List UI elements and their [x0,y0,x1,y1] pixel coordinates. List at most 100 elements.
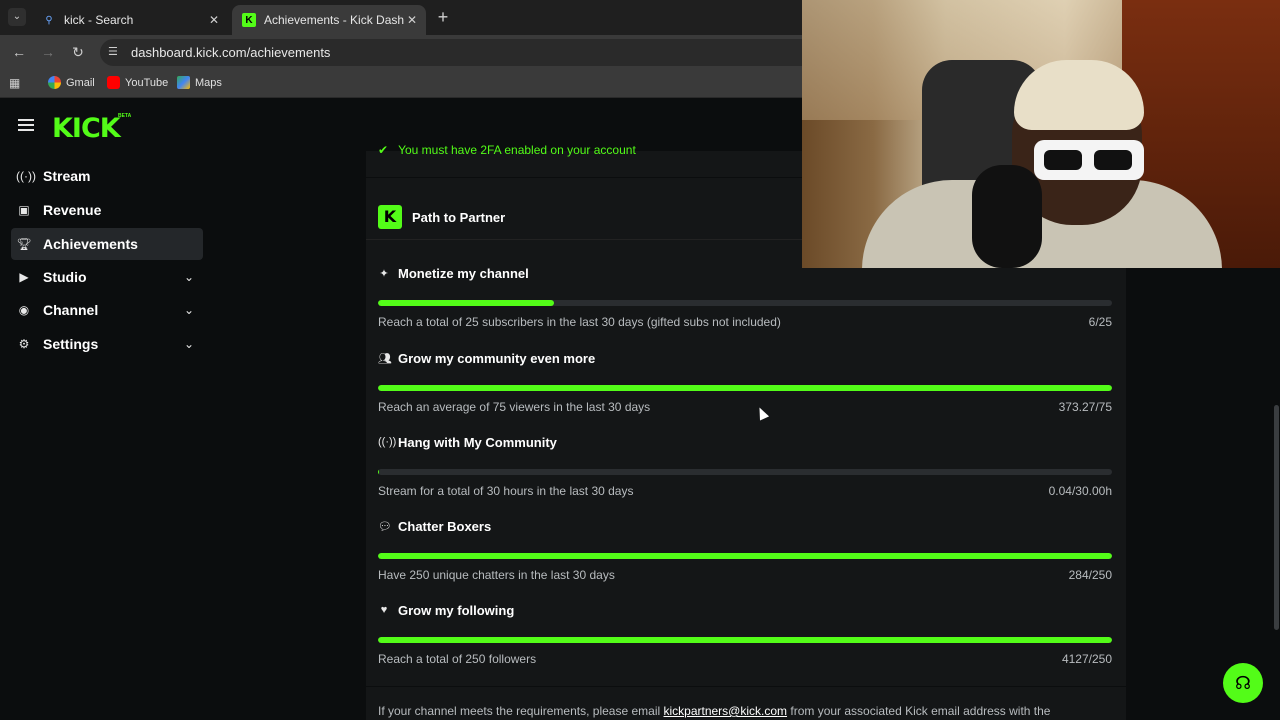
google-icon [48,76,61,89]
webcam-overlay [802,0,1280,268]
achievement-value: 0.04/30.00h [1048,484,1112,498]
progress-bar [378,385,1112,391]
new-tab-icon[interactable]: + [434,8,452,26]
achievement-description: Reach a total of 25 subscribers in the l… [378,315,781,329]
requirement-text: You must have 2FA enabled on your accoun… [398,143,636,157]
progress-bar [378,637,1112,643]
heart-icon: ♥ [380,604,388,616]
sidebar-item-label: Settings [43,336,99,352]
chevron-down-icon[interactable]: ⌄ [181,303,197,317]
bookmark-gmail[interactable]: Gmail [48,76,95,89]
youtube-icon [107,76,120,89]
footer-prefix: If your channel meets the requirements, … [378,704,664,718]
path-to-partner-header: K Path to Partner [378,205,505,229]
site-info-icon[interactable]: ☰ [108,45,122,59]
achievement-value: 6/25 [1088,315,1112,329]
trophy-icon: 🏆︎ [16,237,32,251]
kick-favicon-icon: K [242,13,256,27]
achievement-item: ✦ Monetize my channel Reach a total of 2… [378,264,1112,329]
progress-fill [378,553,1112,559]
bookmark-label: Gmail [66,76,95,89]
achievement-title: Monetize my channel [398,265,529,281]
chat-icon: 💬︎ [378,520,392,533]
section-title: Path to Partner [412,209,506,225]
broadcast-icon: ((·)) [378,436,397,448]
achievement-value: 373.27/75 [1058,400,1112,414]
achievement-description: Stream for a total of 30 hours in the la… [378,484,634,498]
achievement-item: 👥︎ Grow my community even more Reach an … [378,349,1112,414]
sidebar-item-label: Revenue [43,202,102,218]
progress-fill [378,637,1112,643]
achievement-title: Chatter Boxers [398,518,492,534]
achievement-item: ((·)) Hang with My Community Stream for … [378,433,1112,498]
user-icon: ◉ [18,303,30,317]
tab-search-menu-icon[interactable]: ⌄ [8,8,26,26]
gear-icon: ⚙ [18,337,30,351]
search-icon: ⚲ [45,14,53,26]
progress-fill [378,385,1112,391]
requirement-row: ✔ You must have 2FA enabled on your acco… [378,143,636,157]
sidebar-item-label: Achievements [43,236,138,252]
progress-fill [378,300,555,306]
chart-icon: ▣ [18,203,30,217]
support-chat-button[interactable]: ☊ [1223,663,1263,703]
divider [366,686,1126,687]
bookmark-label: Maps [195,76,222,89]
achievement-title: Grow my following [398,602,515,618]
tab-title: Achievements - Kick Dashboard [264,13,404,27]
bookmark-maps[interactable]: Maps [177,76,222,89]
sidebar-item-stream[interactable]: ((·)) Stream [11,160,203,192]
headset-icon: ☊ [1235,673,1251,693]
sidebar-item-studio[interactable]: ▶ Studio ⌄ [11,261,203,293]
progress-fill [378,469,379,475]
achievement-title: Grow my community even more [398,350,596,366]
kick-badge-icon: K [378,205,402,229]
kick-logo[interactable]: KICK [52,113,121,144]
progress-bar [378,469,1112,475]
beta-label: BETA [118,113,132,119]
bookmark-label: YouTube [125,76,169,89]
sidebar-item-achievements[interactable]: 🏆︎ Achievements [11,228,203,260]
tab-title: kick - Search [64,13,134,27]
check-icon: ✔ [378,143,389,157]
close-icon[interactable]: ✕ [206,12,222,28]
achievement-title: Hang with My Community [398,434,557,450]
progress-bar [378,553,1112,559]
chevron-down-icon[interactable]: ⌄ [181,337,197,351]
sidebar-item-channel[interactable]: ◉ Channel ⌄ [11,294,203,326]
sparkle-icon: ✦ [379,267,389,280]
maps-icon [177,76,190,89]
sidebar-item-label: Stream [43,168,91,184]
scrollbar[interactable] [1274,405,1279,630]
webcam-person-glasses [1034,140,1144,180]
progress-bar [378,300,1112,306]
forward-icon[interactable]: → [39,43,57,61]
footer-suffix: from your associated Kick email address … [787,704,1051,718]
achievement-value: 284/250 [1068,568,1112,582]
browser-tab-active[interactable]: K Achievements - Kick Dashboard ✕ [232,5,426,35]
bookmark-youtube[interactable]: YouTube [107,76,168,89]
close-icon[interactable]: ✕ [404,12,420,28]
url-text: dashboard.kick.com/achievements [131,45,331,60]
back-icon[interactable]: ← [10,43,28,61]
partner-email-link[interactable]: kickpartners@kick.com [663,704,787,718]
partner-footer-text: If your channel meets the requirements, … [378,704,1050,718]
sidebar-item-revenue[interactable]: ▣ Revenue [11,194,203,226]
reload-icon[interactable]: ↻ [69,43,87,61]
browser-tab[interactable]: ⚲ kick - Search ✕ [32,5,228,35]
achievement-item: ♥ Grow my following Reach a total of 250… [378,601,1112,666]
webcam-microphone [972,165,1042,268]
achievement-value: 4127/250 [1061,652,1112,666]
sidebar-item-label: Channel [43,302,99,318]
community-icon: 👥︎ [378,352,392,365]
sidebar-item-label: Studio [43,269,87,285]
chevron-down-icon[interactable]: ⌄ [181,270,197,284]
sidebar-item-settings[interactable]: ⚙ Settings ⌄ [11,328,203,360]
achievement-description: Reach a total of 250 followers [378,652,537,666]
menu-icon[interactable] [18,119,34,131]
achievement-description: Have 250 unique chatters in the last 30 … [378,568,615,582]
achievement-item: 💬︎ Chatter Boxers Have 250 unique chatte… [378,517,1112,582]
achievement-description: Reach an average of 75 viewers in the la… [378,400,651,414]
apps-grid-icon[interactable]: ▦ [9,76,20,90]
studio-icon: ▶ [19,270,29,284]
